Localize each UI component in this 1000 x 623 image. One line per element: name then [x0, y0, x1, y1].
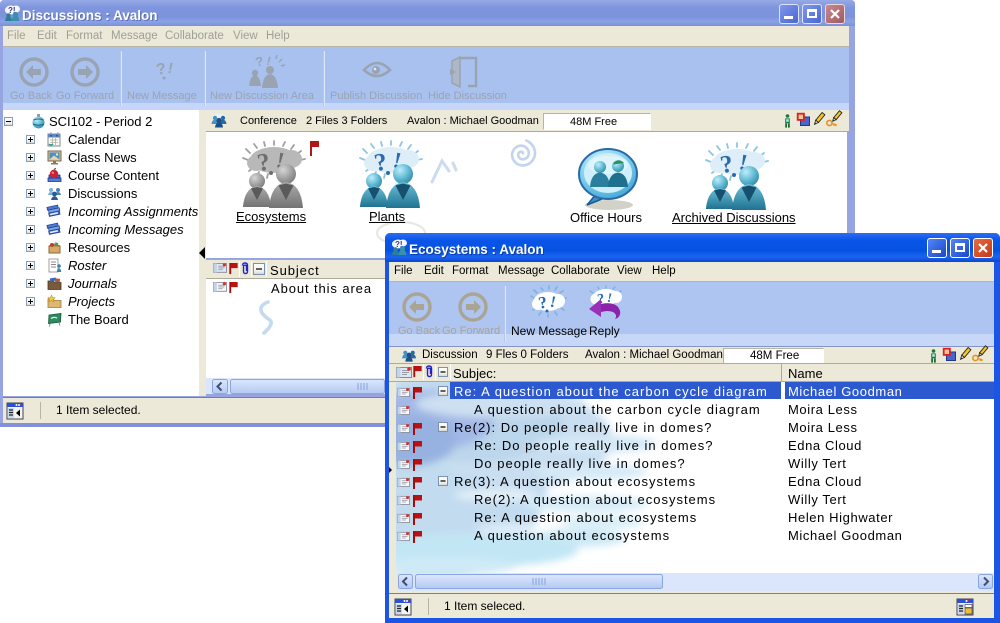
svg-text:?: ?	[254, 53, 264, 69]
svg-text:!: !	[265, 54, 272, 69]
svg-text:!: !	[166, 60, 174, 78]
